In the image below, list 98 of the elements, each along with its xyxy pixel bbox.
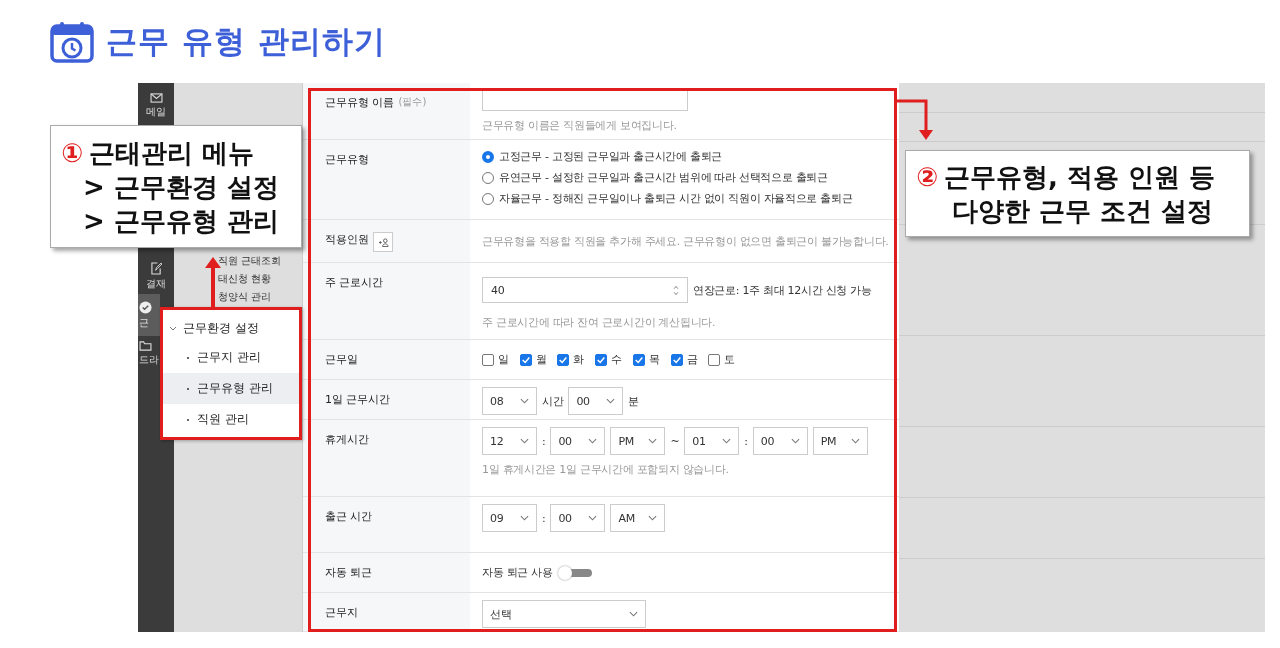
chevron-down-icon (588, 515, 598, 521)
chevron-down-icon (722, 438, 732, 444)
field-label: 근무유형 이름 (325, 95, 395, 110)
radio-button[interactable] (482, 192, 494, 205)
chevron-down-icon (520, 515, 529, 521)
folder-icon (139, 341, 152, 351)
dropdown[interactable]: AM (610, 504, 666, 532)
dropdown[interactable]: PM (812, 427, 868, 455)
dropdown[interactable]: 00 (568, 387, 624, 415)
caret-down-icon (169, 325, 177, 331)
input-field[interactable] (482, 89, 688, 111)
radio-button[interactable] (482, 171, 494, 184)
submenu-item[interactable]: 태신청 현황 (218, 273, 302, 285)
sidebar-item[interactable]: 근 (138, 294, 160, 336)
dropdown[interactable]: 09 (482, 504, 537, 532)
field-label: 근무일 (325, 352, 358, 367)
callout-text: > 근무환경 설정 (83, 170, 279, 204)
checkbox[interactable] (519, 353, 532, 366)
sidebar-item[interactable]: 드라 (138, 336, 160, 372)
checkbox[interactable] (708, 353, 721, 366)
menu-item[interactable]: 근무유형 관리 (163, 373, 299, 404)
field-label: 휴게시간 (325, 432, 369, 447)
separator: ~ (670, 434, 680, 448)
field-label: 근무지 (325, 605, 358, 620)
callout-text: > 근무유형 관리 (83, 204, 279, 238)
chevron-down-icon (520, 438, 529, 444)
field-label: 적용인원 (325, 232, 369, 247)
dropdown[interactable]: 선택 (482, 600, 646, 628)
dropdown[interactable]: 00 (550, 427, 606, 455)
step-number: ① (61, 136, 83, 170)
day-label: 토 (724, 352, 735, 367)
add-person-button[interactable] (373, 232, 393, 252)
sidebar-item[interactable]: 결재 (138, 258, 174, 294)
checkbox[interactable] (595, 353, 608, 366)
chevron-down-icon (850, 438, 860, 444)
sidebar-item[interactable]: 메일 (138, 88, 174, 124)
arrow (897, 99, 933, 140)
day-label: 일 (498, 352, 509, 367)
dropdown[interactable]: 08 (482, 387, 537, 415)
menu-item[interactable]: 근무지 관리 (163, 342, 299, 373)
day-label: 화 (573, 352, 585, 367)
chevron-down-icon (790, 438, 800, 444)
day-label: 목 (648, 352, 660, 367)
field-label: 주 근로시간 (325, 275, 384, 290)
separator: : (744, 434, 748, 448)
toggle-label: 자동 퇴근 사용 (482, 565, 553, 580)
step-number: ② (916, 160, 938, 194)
day-label: 수 (611, 352, 622, 367)
hint-text: 근무유형을 적용할 직원을 추가해 주세요. 근무유형이 없으면 출퇴근이 불가능합니다. (482, 233, 887, 249)
unit-label: 시간 (542, 393, 564, 409)
toggle-switch[interactable] (557, 565, 592, 580)
hint-text: 주 근로시간에 따라 잔여 근로시간이 계산됩니다. (482, 315, 717, 330)
unit-label: 분 (628, 393, 640, 409)
separator: : (542, 434, 546, 448)
check-circle-icon (139, 300, 152, 314)
submenu-item[interactable]: 직원 근태조회 (218, 255, 302, 267)
separator: : (542, 511, 546, 525)
dropdown[interactable]: 01 (684, 427, 740, 455)
chevron-down-icon (588, 438, 598, 444)
radio-button[interactable] (482, 150, 494, 163)
chevron-down-icon (648, 438, 658, 444)
calendar-clock-icon (50, 20, 94, 63)
hint-text: 1일 휴게시간은 1일 근무시간에 포함되지 않습니다. (482, 462, 730, 477)
required-note: (필수) (398, 95, 427, 109)
radio-label: 자율근무 - 정해진 근무일이나 출퇴근 시간 없이 직원이 자율적으로 출퇴근 (499, 191, 853, 206)
field-label: 1일 근무시간 (325, 392, 391, 407)
checkbox[interactable] (632, 353, 645, 366)
callout-text: 다양한 근무 조건 설정 (952, 194, 1214, 228)
checkbox[interactable] (557, 353, 570, 366)
callout-text: 근태관리 메뉴 (89, 136, 255, 170)
checkbox[interactable] (670, 353, 683, 366)
chevron-down-icon (520, 398, 529, 404)
dropdown[interactable]: PM (610, 427, 666, 455)
radio-label: 유연근무 - 설정한 근무일과 출근시간 범위에 따라 선택적으로 출퇴근 (499, 170, 828, 185)
chevron-down-icon (629, 611, 638, 617)
field-label: 근무유형 (325, 152, 369, 167)
chevron-down-icon (606, 398, 616, 404)
menu-item[interactable]: 직원 관리 (163, 404, 299, 435)
checkbox[interactable] (482, 353, 494, 366)
number-field[interactable]: 40 (482, 277, 688, 303)
submenu-item[interactable]: 청양식 관리 (218, 291, 302, 303)
mail-icon (149, 93, 163, 103)
day-label: 금 (686, 352, 698, 367)
page-title: 근무 유형 관리하기 (106, 21, 386, 61)
dropdown[interactable]: 00 (752, 427, 808, 455)
chevron-down-icon (648, 515, 658, 521)
field-label: 자동 퇴근 (325, 565, 373, 580)
day-label: 월 (535, 352, 547, 367)
radio-label: 고정근무 - 고정된 근무일과 출근시간에 출퇴근 (499, 149, 722, 164)
dropdown[interactable]: 00 (550, 504, 606, 532)
menu-header[interactable]: 근무환경 설정 (163, 314, 299, 342)
overtime-note: 연장근로: 1주 최대 12시간 신청 가능 (693, 282, 872, 298)
dropdown[interactable]: 12 (482, 427, 537, 455)
callout-text: 근무유형, 적용 인원 등 (944, 160, 1216, 194)
hint-text: 근무유형 이름은 직원들에게 보여집니다. (482, 118, 678, 133)
document-edit-icon (150, 261, 162, 275)
field-label: 출근 시간 (325, 509, 373, 524)
add-person-icon (377, 237, 389, 247)
